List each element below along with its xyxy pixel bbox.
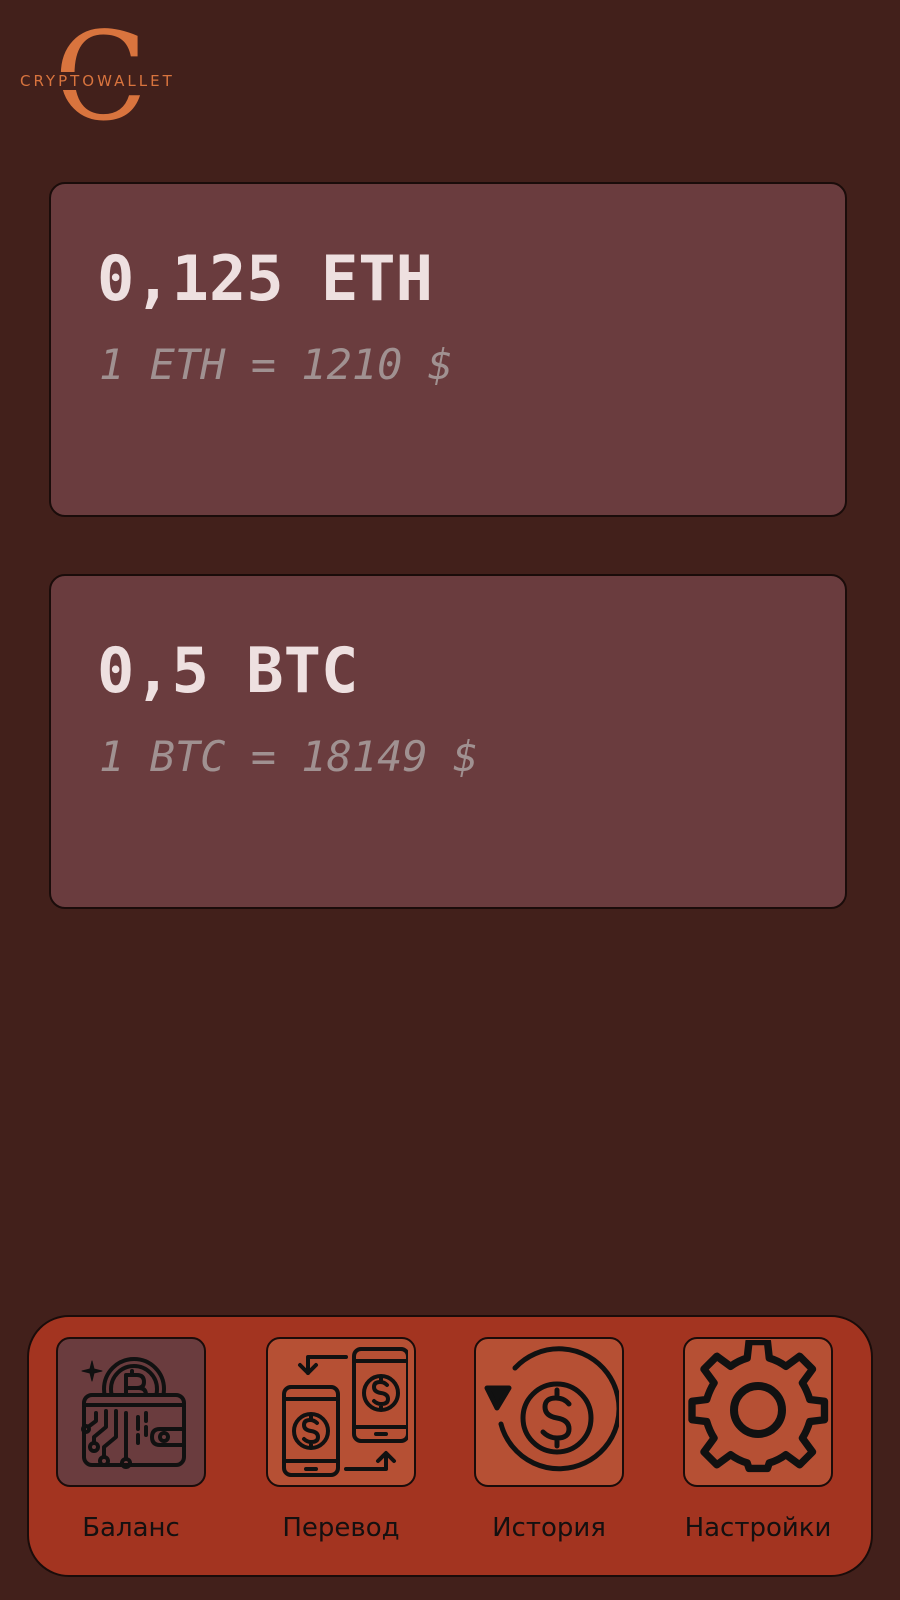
app-logo: C CRYPTOWALLET [18, 16, 178, 138]
transfer-icon [282, 1347, 408, 1477]
nav-item-settings[interactable]: Настройки [658, 1337, 858, 1557]
wallet-rate: 1 BTC = 18149 $ [99, 732, 479, 781]
nav-label: Баланс [82, 1513, 180, 1543]
gear-icon [688, 1340, 829, 1473]
nav-tile [683, 1337, 833, 1487]
nav-label: Настройки [684, 1513, 832, 1543]
logo-wordmark: CRYPTOWALLET [18, 72, 177, 90]
wallet-amount: 0,5 BTC [97, 634, 359, 707]
wallet-rate: 1 ETH = 1210 $ [99, 340, 454, 389]
nav-tile [474, 1337, 624, 1487]
history-icon [484, 1346, 619, 1472]
bottom-nav: Баланс Перевод История Настройки [27, 1315, 873, 1577]
nav-item-balance[interactable]: Баланс [31, 1337, 231, 1557]
nav-item-transfer[interactable]: Перевод [241, 1337, 441, 1557]
nav-label: Перевод [282, 1513, 400, 1543]
wallet-card-eth[interactable]: 0,125 ETH 1 ETH = 1210 $ [49, 182, 847, 517]
wallet-card-btc[interactable]: 0,5 BTC 1 BTC = 18149 $ [49, 574, 847, 909]
nav-tile [266, 1337, 416, 1487]
wallet-amount: 0,125 ETH [97, 242, 433, 315]
nav-item-history[interactable]: История [449, 1337, 649, 1557]
nav-label: История [492, 1513, 606, 1543]
nav-tile [56, 1337, 206, 1487]
bitcoin-wallet-icon [81, 1357, 186, 1469]
